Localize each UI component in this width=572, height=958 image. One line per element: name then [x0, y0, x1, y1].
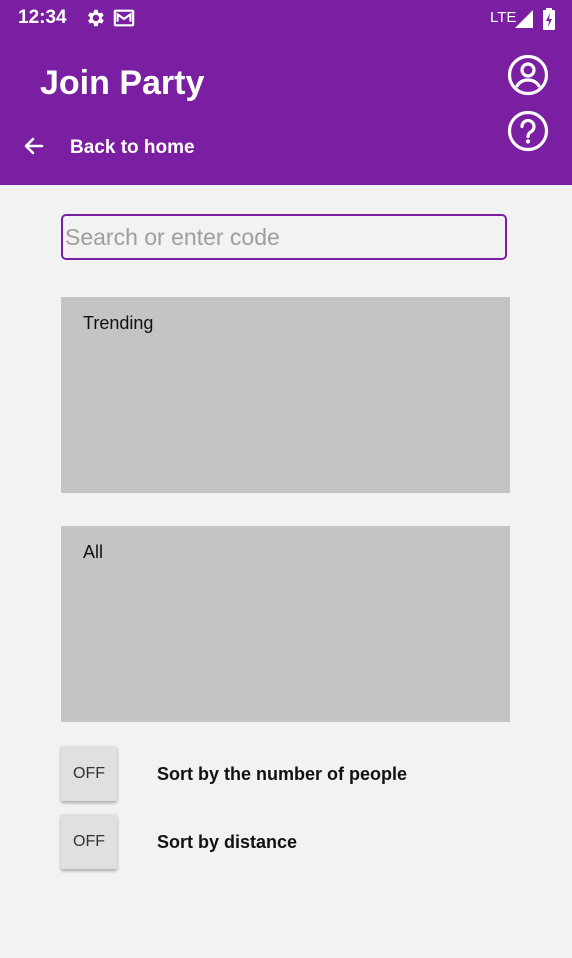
status-bar: 12:34 LTE: [0, 0, 572, 36]
back-arrow-icon: [22, 134, 46, 163]
trending-list[interactable]: Trending: [61, 297, 510, 493]
page-title: Join Party: [40, 64, 205, 102]
back-to-home-button[interactable]: Back to home: [22, 130, 195, 166]
sort-by-distance-toggle[interactable]: OFF: [61, 814, 117, 869]
battery-icon: [543, 8, 555, 35]
account-icon[interactable]: [506, 53, 550, 97]
all-label: All: [83, 542, 104, 562]
help-icon[interactable]: [506, 109, 550, 153]
back-to-home-label: Back to home: [70, 137, 195, 158]
status-time: 12:34: [18, 7, 67, 28]
trending-label: Trending: [83, 313, 154, 333]
sort-by-people-toggle[interactable]: OFF: [61, 746, 117, 801]
network-type: LTE: [490, 9, 517, 26]
search-input[interactable]: [61, 214, 507, 260]
all-list[interactable]: All: [61, 526, 510, 722]
sort-by-people-label: Sort by the number of people: [157, 764, 408, 784]
sort-by-distance-label: Sort by distance: [157, 832, 298, 852]
signal-icon: [515, 10, 533, 33]
app-header: 12:34 LTE Join Party Back to home: [0, 0, 572, 185]
gear-icon: [84, 7, 106, 34]
mail-icon: [113, 7, 135, 34]
